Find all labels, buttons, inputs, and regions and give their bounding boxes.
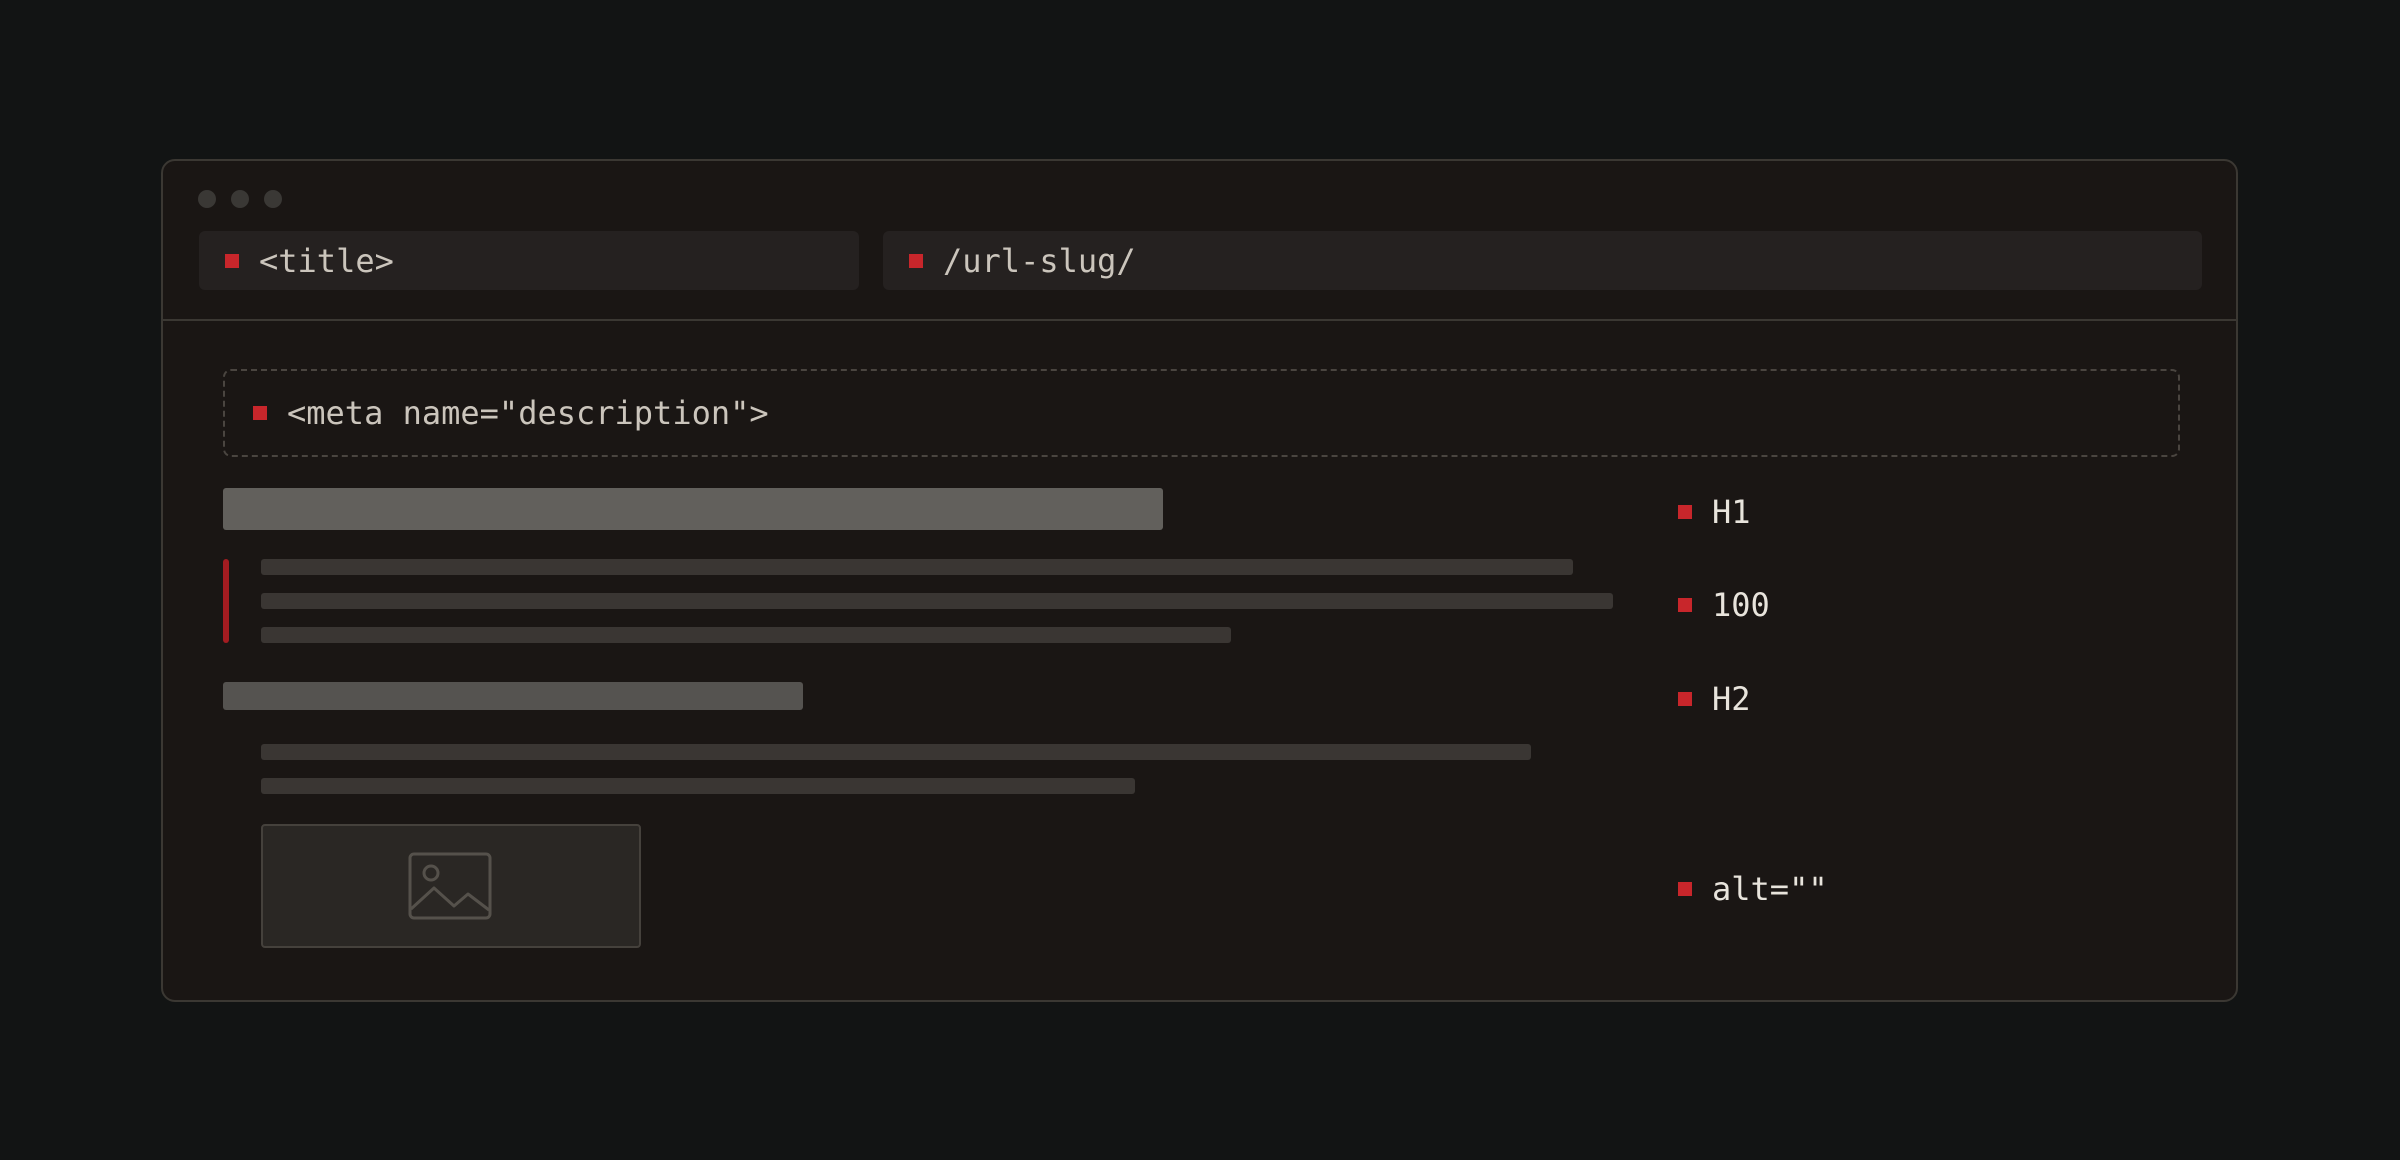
text-line-placeholder [261, 778, 1135, 794]
h2-heading-placeholder [223, 682, 803, 710]
square-marker-icon [253, 406, 267, 420]
window-dot-close[interactable] [198, 190, 216, 208]
annotation-word-count: 100 [1678, 586, 1770, 624]
url-field-label: /url-slug/ [943, 241, 1136, 280]
square-marker-icon [225, 253, 239, 268]
text-line-placeholder [261, 559, 1573, 575]
text-line-placeholder [261, 593, 1613, 609]
annotation-h2: H2 [1678, 680, 1751, 718]
browser-titlebar: <title> /url-slug/ [163, 161, 2236, 321]
square-marker-icon [909, 253, 923, 268]
square-marker-icon [1678, 598, 1692, 612]
window-dot-maximize[interactable] [264, 190, 282, 208]
h1-heading-placeholder [223, 488, 1163, 530]
square-marker-icon [1678, 505, 1692, 519]
meta-description-label: <meta name="description"> [287, 394, 769, 432]
square-marker-icon [1678, 882, 1692, 896]
annotation-word-count-label: 100 [1712, 586, 1770, 624]
intro-accent-rule [223, 559, 229, 643]
square-marker-icon [1678, 692, 1692, 706]
image-icon [408, 852, 492, 920]
url-field[interactable]: /url-slug/ [883, 231, 2202, 290]
text-line-placeholder [261, 744, 1531, 760]
annotation-h1: H1 [1678, 493, 1751, 531]
annotation-alt: alt="" [1678, 870, 1828, 908]
browser-window: <title> /url-slug/ <meta name="descripti… [161, 159, 2238, 1002]
meta-description-box: <meta name="description"> [223, 369, 2180, 457]
annotation-alt-label: alt="" [1712, 870, 1828, 908]
annotation-h2-label: H2 [1712, 680, 1751, 718]
text-line-placeholder [261, 627, 1231, 643]
image-placeholder [261, 824, 641, 948]
title-field[interactable]: <title> [199, 231, 859, 290]
window-dot-minimize[interactable] [231, 190, 249, 208]
annotation-h1-label: H1 [1712, 493, 1751, 531]
title-field-label: <title> [259, 241, 394, 280]
